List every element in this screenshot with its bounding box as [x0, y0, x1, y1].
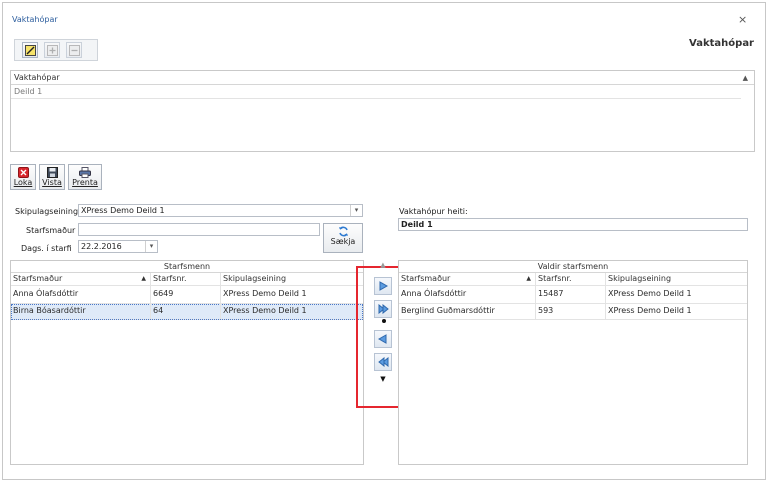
cell-employee: Anna Ólafsdóttir [399, 286, 536, 303]
chevron-down-icon[interactable]: ▾ [145, 241, 157, 252]
save-button-label: Vista [42, 178, 62, 187]
cell-employee: Anna Ólafsdóttir [11, 286, 151, 303]
separator-dot-icon [382, 319, 386, 323]
employees-table: Starfsmenn Starfsmaður ▲ Starfsnr. Skipul… [10, 260, 364, 465]
groups-grid: Vaktahópar ▲ Deild 1 [10, 70, 755, 152]
cell-employee: Berglind Guðmarsdóttir [399, 304, 536, 319]
double-arrow-left-icon [377, 357, 388, 367]
sort-up-icon: ▲ [742, 74, 748, 82]
move-left-button[interactable] [374, 330, 392, 348]
date-picker-value: 22.2.2016 [81, 242, 122, 251]
edit-icon [24, 44, 36, 56]
employee-input[interactable] [78, 223, 320, 236]
table-header-row: Starfsmaður ▲ Starfsnr. Skipulagseining [11, 273, 363, 286]
table-row-selected[interactable]: Birna Bóasardóttir 64 XPress Demo Deild … [11, 304, 363, 320]
cell-number: 593 [536, 304, 606, 319]
edit-button[interactable] [22, 42, 38, 58]
move-all-right-button[interactable] [374, 300, 392, 318]
column-header-employee[interactable]: Starfsmaður ▲ [11, 273, 151, 285]
groups-column-label: Vaktahópar [14, 73, 60, 82]
cell-unit: XPress Demo Deild 1 [608, 306, 692, 315]
remove-icon [68, 44, 80, 56]
add-icon [46, 44, 58, 56]
table-row[interactable]: Anna Ólafsdóttir 15487 XPress Demo Deild… [399, 286, 747, 304]
column-header-number[interactable]: Starfsnr. [151, 273, 221, 285]
close-button-label: Loka [13, 178, 33, 187]
groups-grid-row[interactable]: Deild 1 [11, 85, 741, 99]
selected-employees-table-title: Valdir starfsmenn [399, 261, 747, 273]
column-header-employee[interactable]: Starfsmaður ▲ [399, 273, 536, 285]
column-header-unit[interactable]: Skipulagseining [606, 273, 747, 285]
scroll-down-icon[interactable]: ▼ [370, 375, 396, 383]
print-button-label: Prenta [72, 178, 98, 187]
cell-employee: Birna Bóasardóttir [11, 304, 151, 319]
group-name-input[interactable]: Deild 1 [398, 218, 748, 231]
action-toolbar: Loka Vista Prenta [10, 164, 126, 194]
cell-unit: XPress Demo Deild 1 [223, 306, 307, 315]
sort-up-icon: ▲ [526, 275, 531, 282]
move-right-button[interactable] [374, 277, 392, 295]
unit-select-value: XPress Demo Deild 1 [81, 206, 165, 215]
unit-select[interactable]: XPress Demo Deild 1 ▾ [78, 204, 363, 217]
refresh-icon [338, 226, 348, 237]
table-row[interactable]: Berglind Guðmarsdóttir 593 XPress Demo D… [399, 304, 747, 320]
cell-number: 6649 [151, 286, 221, 303]
column-header-number[interactable]: Starfsnr. [536, 273, 606, 285]
date-picker[interactable]: 22.2.2016 ▾ [78, 240, 158, 253]
fetch-button[interactable]: Sækja [323, 223, 363, 253]
cell-number: 15487 [536, 286, 606, 303]
double-arrow-right-icon [378, 304, 389, 314]
close-button[interactable]: Loka [10, 164, 36, 190]
chevron-down-icon[interactable]: ▾ [350, 205, 362, 216]
fetch-button-label: Sækja [330, 237, 356, 246]
table-row[interactable]: Anna Ólafsdóttir 6649 XPress Demo Deild … [11, 286, 363, 304]
move-all-left-button[interactable] [374, 353, 392, 371]
arrow-right-icon [379, 281, 388, 291]
unit-label: Skipulagseining [15, 207, 79, 216]
page-heading: Vaktahópar [689, 38, 754, 49]
printer-icon [79, 167, 91, 178]
floppy-disk-icon [46, 167, 58, 178]
cell-unit: XPress Demo Deild 1 [223, 289, 307, 298]
employees-table-title: Starfsmenn [11, 261, 363, 273]
column-header-unit[interactable]: Skipulagseining [221, 273, 363, 285]
close-icon[interactable]: × [738, 13, 747, 26]
top-toolbar [14, 39, 98, 61]
table-header-row: Starfsmaður ▲ Starfsnr. Skipulagseining [399, 273, 747, 286]
employee-label: Starfsmaður [26, 226, 76, 235]
selected-employees-table: Valdir starfsmenn Starfsmaður ▲ Starfsnr.… [398, 260, 748, 465]
arrow-left-icon [378, 334, 387, 344]
cell-number: 64 [151, 304, 221, 319]
date-label: Dags. í starfi [21, 244, 72, 253]
cell-unit: XPress Demo Deild 1 [608, 289, 692, 298]
close-red-icon [17, 167, 29, 178]
add-button[interactable] [44, 42, 60, 58]
print-button[interactable]: Prenta [68, 164, 102, 190]
sort-up-icon: ▲ [141, 275, 146, 282]
groups-grid-header[interactable]: Vaktahópar ▲ [11, 71, 754, 85]
window-title: Vaktahópar [12, 15, 58, 24]
scroll-up-icon[interactable]: ▲ [370, 261, 396, 271]
remove-button[interactable] [66, 42, 82, 58]
save-button[interactable]: Vista [39, 164, 65, 190]
group-name-label: Vaktahópur heiti: [399, 207, 468, 216]
transfer-buttons: ▲ ▼ [370, 261, 396, 411]
